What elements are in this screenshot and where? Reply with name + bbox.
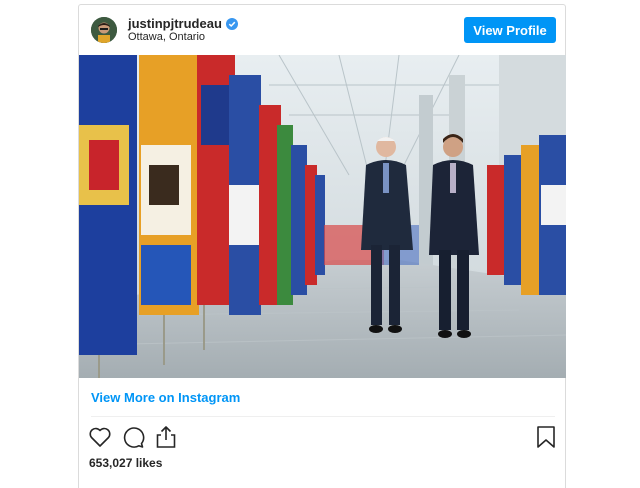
instagram-embed-card: justinpjtrudeau Ottawa, Ontario View Pro…: [78, 4, 566, 488]
view-more-link[interactable]: View More on Instagram: [91, 390, 240, 405]
post-location[interactable]: Ottawa, Ontario: [128, 31, 205, 43]
share-icon[interactable]: [153, 424, 179, 450]
post-header: justinpjtrudeau Ottawa, Ontario View Pro…: [79, 5, 565, 55]
post-photo[interactable]: [79, 55, 566, 378]
bookmark-icon[interactable]: [533, 424, 559, 450]
username[interactable]: justinpjtrudeau: [128, 16, 222, 31]
comment-icon[interactable]: [120, 424, 146, 450]
likes-count[interactable]: 653,027 likes: [89, 456, 162, 470]
view-profile-button[interactable]: View Profile: [464, 17, 556, 43]
verified-badge-icon: [225, 17, 238, 30]
heart-icon[interactable]: [87, 424, 113, 450]
avatar[interactable]: [91, 17, 117, 43]
divider: [91, 416, 555, 417]
post-actions: [87, 424, 559, 450]
username-row: justinpjtrudeau: [128, 16, 238, 31]
